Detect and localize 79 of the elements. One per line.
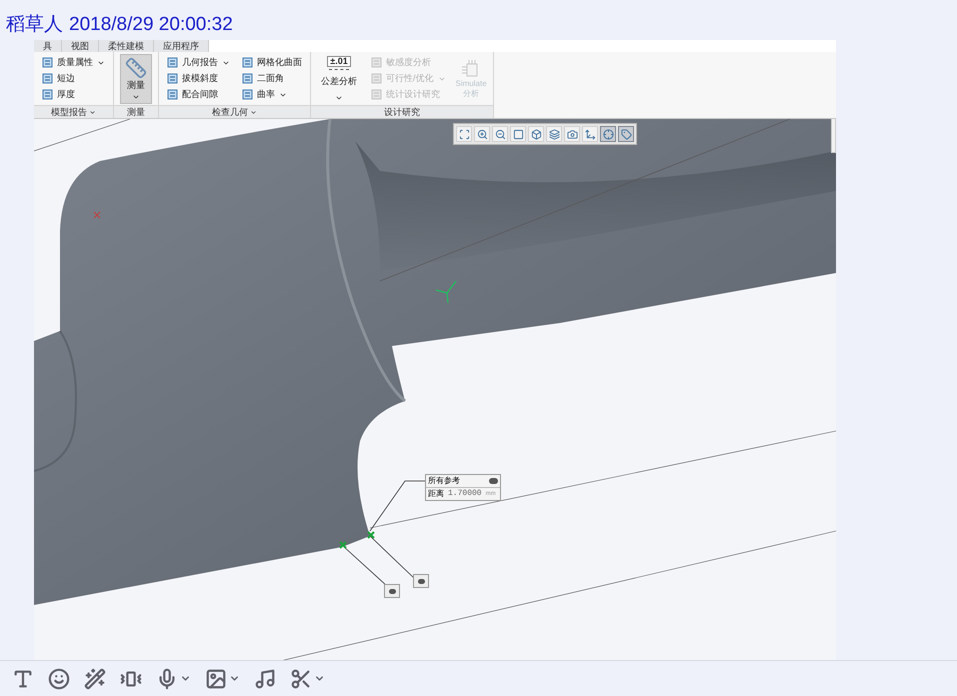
view-tool-button[interactable] <box>600 126 616 142</box>
ruler-icon <box>125 56 147 78</box>
expand-button[interactable] <box>384 584 400 598</box>
camera-icon <box>566 128 578 140</box>
ribbon-tab[interactable]: 柔性建模 <box>99 40 154 52</box>
tool-icon <box>371 89 382 100</box>
view-tool-button[interactable] <box>474 126 490 142</box>
ribbon-item[interactable]: 二面角 <box>240 73 304 84</box>
tool-icon <box>242 57 253 68</box>
collapse-icon[interactable] <box>489 478 498 484</box>
tolerance-label: ±.01 <box>327 56 351 66</box>
chat-tool-button[interactable] <box>254 668 276 690</box>
ribbon-item[interactable]: 拔模斜度 <box>165 73 232 84</box>
ribbon-item[interactable]: 短边 <box>40 73 107 84</box>
tool-icon <box>42 89 53 100</box>
chat-tool-button[interactable] <box>205 668 240 690</box>
view-tool-button[interactable] <box>528 126 544 142</box>
magic-wand-icon <box>84 668 106 690</box>
chat-tool-button[interactable] <box>12 668 34 690</box>
emoji-icon <box>48 668 70 690</box>
ribbon-item[interactable]: 质量属性 <box>40 57 107 68</box>
callout-title: 所有参考 <box>428 477 460 485</box>
crosshair-icon <box>602 128 614 140</box>
chat-tool-button[interactable] <box>290 668 325 690</box>
zoom-out-icon <box>494 128 506 140</box>
ribbon-item[interactable]: 配合间隙 <box>165 89 232 100</box>
ribbon-item[interactable]: 几何报告 <box>165 57 232 68</box>
music-note-icon <box>254 668 276 690</box>
tool-icon <box>242 89 253 100</box>
group-label[interactable]: 检查几何 <box>159 105 310 118</box>
refit-icon <box>458 128 470 140</box>
chat-tool-button[interactable] <box>84 668 106 690</box>
chat-tool-button[interactable] <box>48 668 70 690</box>
view-tool-button[interactable] <box>582 126 598 142</box>
ribbon-item[interactable]: 网格化曲面 <box>240 57 304 68</box>
ribbon-big-button[interactable]: ±.01 公差分析 <box>317 54 361 104</box>
tool-icon <box>167 89 178 100</box>
tool-icon <box>42 57 53 68</box>
square-icon <box>512 128 524 140</box>
view-tool-button[interactable] <box>546 126 562 142</box>
ribbon-big-button[interactable]: 测量 <box>120 54 152 104</box>
tool-icon <box>167 73 178 84</box>
zoom-in-icon <box>476 128 488 140</box>
distance-label: 距离 <box>428 490 444 498</box>
view-tool-button[interactable] <box>510 126 526 142</box>
axes-icon <box>584 128 596 140</box>
group-label[interactable]: 模型报告 <box>34 105 113 118</box>
layers-icon <box>548 128 560 140</box>
view-tool-button[interactable] <box>564 126 580 142</box>
ribbon-tab[interactable]: 应用程序 <box>154 40 209 52</box>
view-tool-button[interactable] <box>618 126 634 142</box>
view-tool-button[interactable] <box>492 126 508 142</box>
sender-name: 稻草人 <box>6 15 63 34</box>
coordinate-axes-icon <box>435 280 457 304</box>
distance-value: 1.70000 <box>448 490 482 498</box>
edge-marker-icon <box>339 531 375 549</box>
caret-icon <box>250 108 257 116</box>
tag-icon <box>620 128 632 140</box>
ribbon-tab[interactable]: 视图 <box>62 40 99 52</box>
view-tool-button[interactable] <box>456 126 472 142</box>
tool-icon <box>371 73 382 84</box>
cube-icon <box>530 128 542 140</box>
ribbon-tab[interactable]: 具 <box>34 40 62 52</box>
group-label: 测量 <box>114 105 158 118</box>
font-icon <box>12 668 34 690</box>
tool-icon <box>167 57 178 68</box>
scroll-handle[interactable] <box>831 119 836 153</box>
image-icon <box>205 668 227 690</box>
ribbon-item[interactable]: 厚度 <box>40 89 107 100</box>
tool-icon <box>42 73 53 84</box>
scissors-icon <box>290 668 312 690</box>
tool-icon <box>371 57 382 68</box>
caret-icon <box>89 108 96 116</box>
ribbon-item[interactable]: 曲率 <box>240 89 304 100</box>
tool-icon <box>242 73 253 84</box>
group-label: 设计研究 <box>311 105 493 118</box>
expand-button[interactable] <box>413 574 429 588</box>
cross-marker-icon <box>94 212 100 218</box>
message-time: 2018/8/29 20:00:32 <box>69 15 233 34</box>
